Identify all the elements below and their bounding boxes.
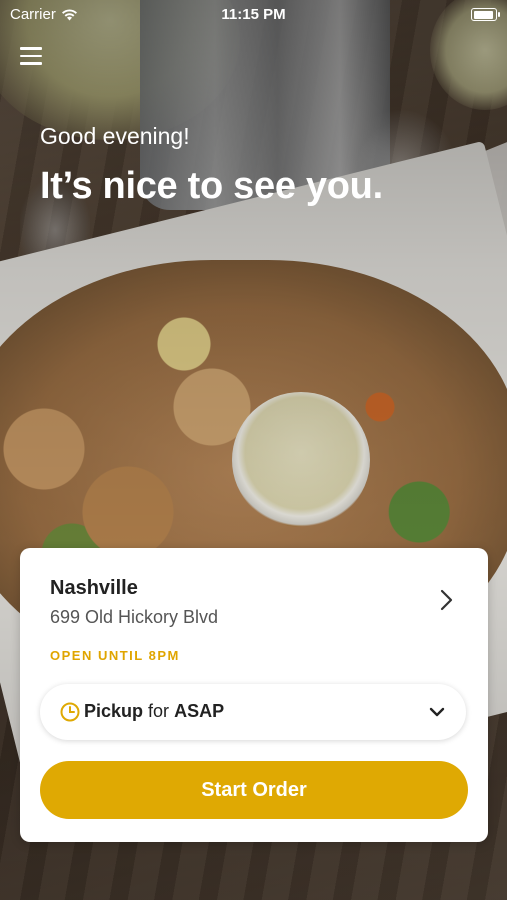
chevron-down-icon [429,707,445,717]
order-mode-type: Pickup [84,701,144,721]
location-address: 699 Old Hickory Blvd [50,607,219,627]
clock-icon [60,702,80,722]
start-order-button[interactable]: Start Order [40,761,468,819]
store-hours: OPEN UNTIL 8PM [50,648,180,663]
location-name: Nashville [50,577,138,599]
clock-time: 11:15 PM [221,6,286,23]
welcome-headline: It’s nice to see you. [40,165,383,207]
hamburger-menu-icon[interactable] [20,47,42,69]
status-bar: Carrier 11:15 PM [0,0,507,28]
battery-icon [471,8,500,21]
location-selector[interactable]: Nashville 699 Old Hickory Blvd [20,548,488,658]
order-mode-connector: for [148,701,170,721]
order-mode-text: Pickup for ASAP [84,701,224,722]
order-mode-dropdown[interactable]: Pickup for ASAP [40,684,466,740]
chevron-right-icon [440,589,453,611]
order-card: Nashville 699 Old Hickory Blvd OPEN UNTI… [20,548,488,842]
greeting-text: Good evening! [40,123,190,149]
order-mode-time: ASAP [174,701,225,721]
